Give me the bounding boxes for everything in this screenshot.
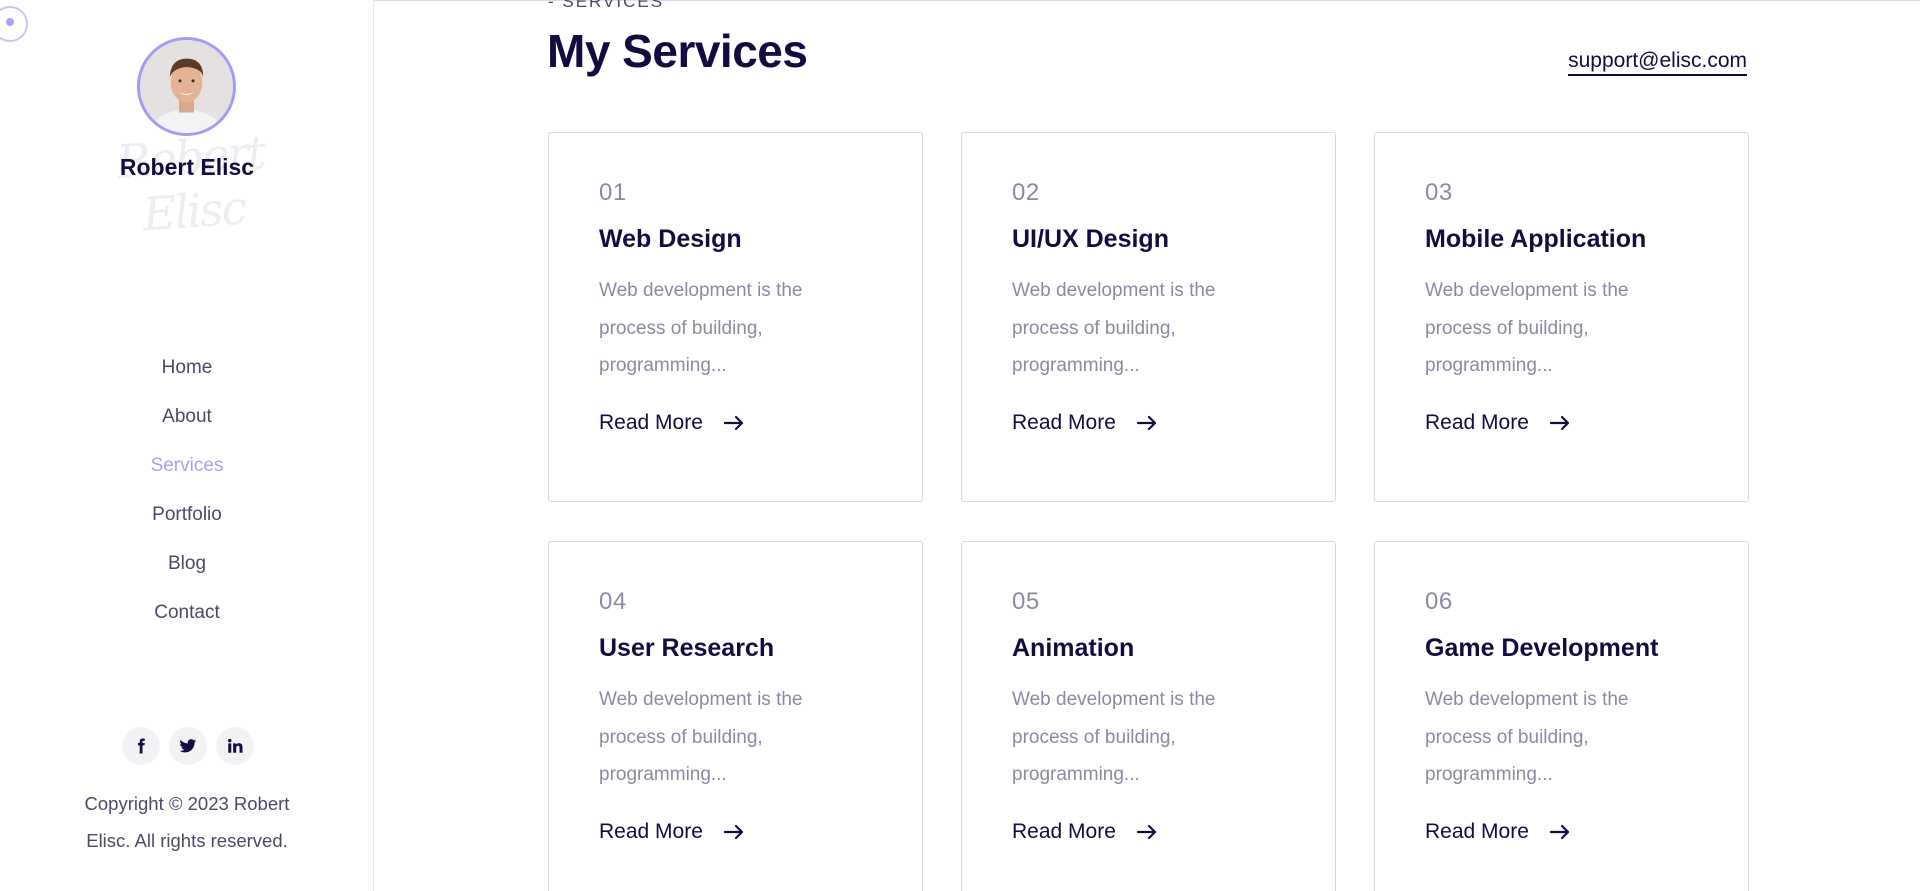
nav-item-contact[interactable]: Contact — [0, 588, 374, 637]
service-description: Web development is the process of buildi… — [599, 689, 803, 785]
services-grid: 01 Web Design Web development is the pro… — [548, 132, 1749, 891]
profile-name: Robert Elisc — [119, 154, 255, 180]
nav-item-blog[interactable]: Blog — [0, 539, 374, 588]
avatar-photo — [140, 40, 233, 133]
copyright-line-1: Copyright © 2023 Robert — [84, 793, 290, 814]
read-more-label: Read More — [599, 820, 703, 843]
service-description: Web development is the process of buildi… — [599, 280, 803, 376]
read-more-label: Read More — [599, 411, 703, 434]
read-more-link[interactable]: Read More — [599, 411, 745, 435]
nav-item-portfolio[interactable]: Portfolio — [0, 490, 374, 539]
service-card: 05 Animation Web development is the proc… — [961, 541, 1336, 891]
main-nav: Home About Services Portfolio Blog Conta… — [0, 343, 374, 637]
twitter-link[interactable] — [169, 727, 207, 765]
read-more-label: Read More — [1012, 411, 1116, 434]
service-title: Mobile Application — [1425, 225, 1647, 253]
read-more-link[interactable]: Read More — [1012, 411, 1158, 435]
support-email-link[interactable]: support@elisc.com — [1568, 49, 1747, 76]
copyright: Copyright © 2023 Robert Elisc. All right… — [64, 785, 310, 859]
arrow-right-icon — [1549, 824, 1571, 840]
service-number: 04 — [599, 588, 627, 615]
page-title: My Services — [547, 25, 808, 77]
sidebar: Robert Elisc Robert Elisc Home About Ser… — [0, 0, 374, 891]
section-eyebrow: - SERVICES — [548, 0, 665, 11]
service-card: 02 UI/UX Design Web development is the p… — [961, 132, 1336, 502]
nav-item-services[interactable]: Services — [0, 441, 374, 490]
service-number: 01 — [599, 179, 627, 206]
linkedin-link[interactable] — [216, 727, 254, 765]
service-title: UI/UX Design — [1012, 225, 1169, 253]
service-description: Web development is the process of buildi… — [1425, 280, 1629, 376]
service-card: 04 User Research Web development is the … — [548, 541, 923, 891]
service-description: Web development is the process of buildi… — [1012, 280, 1216, 376]
read-more-label: Read More — [1425, 820, 1529, 843]
read-more-label: Read More — [1012, 820, 1116, 843]
social-links — [122, 727, 254, 765]
service-description: Web development is the process of buildi… — [1425, 689, 1629, 785]
cursor-ring — [0, 6, 28, 42]
nav-item-home[interactable]: Home — [0, 343, 374, 392]
signature-watermark: Robert Elisc — [114, 124, 266, 242]
service-number: 05 — [1012, 588, 1040, 615]
service-number: 02 — [1012, 179, 1040, 206]
facebook-link[interactable] — [122, 727, 160, 765]
service-title: User Research — [599, 634, 775, 662]
read-more-link[interactable]: Read More — [1425, 820, 1571, 844]
service-card: 01 Web Design Web development is the pro… — [548, 132, 923, 502]
nav-item-about[interactable]: About — [0, 392, 374, 441]
service-title: Game Development — [1425, 634, 1659, 662]
facebook-icon — [138, 738, 145, 754]
arrow-right-icon — [1136, 415, 1158, 431]
cursor-dot — [6, 18, 14, 26]
twitter-icon — [179, 739, 197, 753]
arrow-right-icon — [723, 415, 745, 431]
service-number: 06 — [1425, 588, 1453, 615]
read-more-label: Read More — [1425, 411, 1529, 434]
service-title: Web Design — [599, 225, 742, 253]
read-more-link[interactable]: Read More — [1012, 820, 1158, 844]
service-description: Web development is the process of buildi… — [1012, 689, 1216, 785]
service-title: Animation — [1012, 634, 1135, 662]
avatar — [137, 37, 236, 136]
arrow-right-icon — [723, 824, 745, 840]
service-card: 03 Mobile Application Web development is… — [1374, 132, 1749, 502]
service-card: 06 Game Development Web development is t… — [1374, 541, 1749, 891]
linkedin-icon — [228, 738, 243, 753]
read-more-link[interactable]: Read More — [599, 820, 745, 844]
service-number: 03 — [1425, 179, 1453, 206]
copyright-line-2: Elisc. All rights reserved. — [86, 830, 288, 851]
arrow-right-icon — [1136, 824, 1158, 840]
arrow-right-icon — [1549, 415, 1571, 431]
read-more-link[interactable]: Read More — [1425, 411, 1571, 435]
